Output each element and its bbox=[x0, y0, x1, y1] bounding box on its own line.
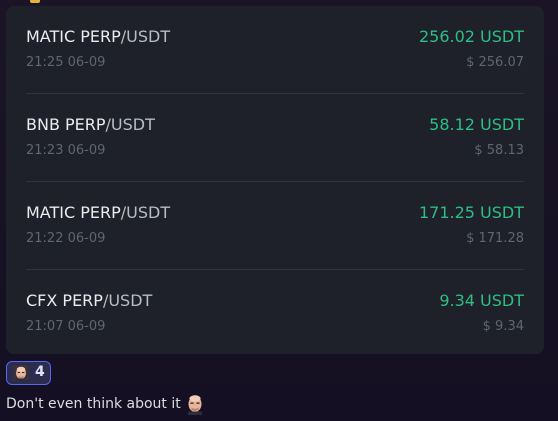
trade-time: 21:25 06-09 bbox=[26, 55, 106, 70]
chat-view: MATIC PERP/USDT 21:25 06-09 256.02 USDT … bbox=[0, 0, 558, 421]
trade-usd-value: $ 171.28 bbox=[466, 231, 524, 246]
trade-price: 58.12 USDT bbox=[429, 115, 524, 134]
trade-row: MATIC PERP/USDT 21:22 06-09 171.25 USDT … bbox=[26, 182, 524, 270]
trade-row: CFX PERP/USDT 21:07 06-09 9.34 USDT $ 9.… bbox=[26, 270, 524, 354]
trade-pair-quote: /USDT bbox=[102, 291, 153, 310]
trade-pair: BNB PERP/USDT bbox=[26, 115, 155, 134]
trade-pair-base: BNB PERP bbox=[26, 115, 106, 134]
previous-emoji-fragment bbox=[30, 0, 40, 3]
trade-price: 171.25 USDT bbox=[418, 203, 524, 222]
trade-price: 9.34 USDT bbox=[439, 291, 524, 310]
trade-usd-value: $ 58.13 bbox=[474, 143, 524, 158]
trade-pair-quote: /USDT bbox=[105, 115, 155, 134]
trade-time: 21:07 06-09 bbox=[26, 319, 106, 334]
bald-man-face-emoji-icon bbox=[13, 365, 29, 381]
trade-history-card: MATIC PERP/USDT 21:25 06-09 256.02 USDT … bbox=[6, 6, 544, 354]
reaction-count: 4 bbox=[35, 364, 45, 380]
message-content: Don't even think about it bbox=[6, 393, 206, 415]
trade-usd-value: $ 9.34 bbox=[482, 319, 524, 334]
trade-pair: MATIC PERP/USDT bbox=[26, 27, 170, 46]
trade-row: BNB PERP/USDT 21:23 06-09 58.12 USDT $ 5… bbox=[26, 94, 524, 182]
trade-usd-value: $ 256.07 bbox=[466, 55, 524, 70]
trade-pair-base: MATIC PERP bbox=[26, 203, 121, 222]
message-text: Don't even think about it bbox=[6, 396, 181, 412]
trade-pair: MATIC PERP/USDT bbox=[26, 203, 170, 222]
trade-pair-quote: /USDT bbox=[120, 203, 171, 222]
trade-time: 21:23 06-09 bbox=[26, 143, 106, 158]
bald-man-face-emoji-icon bbox=[187, 395, 202, 415]
trade-pair-base: CFX PERP bbox=[26, 291, 103, 310]
trade-pair-quote: /USDT bbox=[120, 27, 171, 46]
trade-time: 21:22 06-09 bbox=[26, 231, 106, 246]
reaction-pill[interactable]: 4 bbox=[6, 361, 51, 385]
trade-pair-base: MATIC PERP bbox=[26, 27, 121, 46]
trade-pair: CFX PERP/USDT bbox=[26, 291, 152, 310]
trade-row: MATIC PERP/USDT 21:25 06-09 256.02 USDT … bbox=[26, 6, 524, 94]
trade-price: 256.02 USDT bbox=[418, 27, 524, 46]
